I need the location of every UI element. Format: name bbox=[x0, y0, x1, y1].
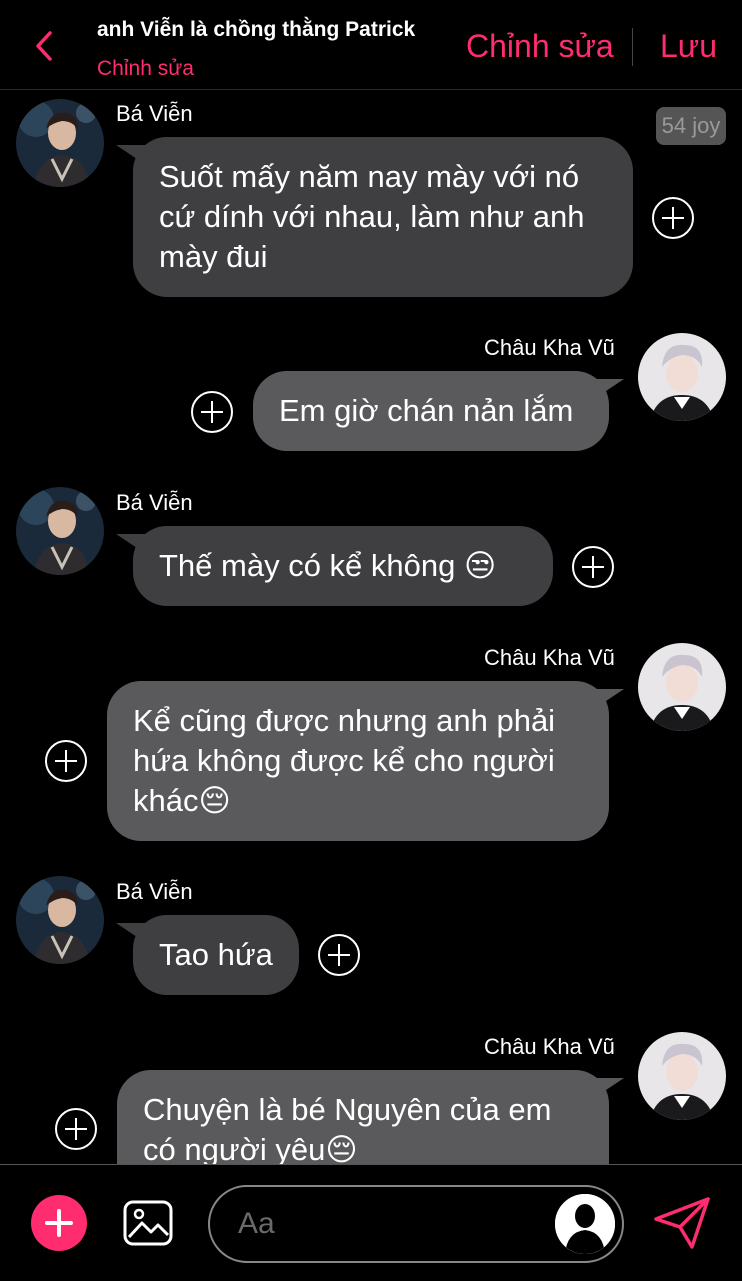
message-bubble[interactable]: Tao hứa bbox=[133, 915, 299, 995]
avatar-chau-kha-vu-image bbox=[638, 333, 726, 421]
avatar-chau-kha-vu-image bbox=[638, 643, 726, 731]
chat-subtitle-edit-link[interactable]: Chỉnh sửa bbox=[97, 57, 194, 81]
paper-plane-icon bbox=[654, 1197, 710, 1249]
message-bubble[interactable]: Em giờ chán nản lắm bbox=[253, 371, 609, 451]
avatar-ba-vien[interactable] bbox=[16, 876, 104, 964]
sender-name: Châu Kha Vũ bbox=[484, 335, 615, 360]
sender-name: Bá Viễn bbox=[116, 490, 193, 515]
sender-name: Châu Kha Vũ bbox=[484, 645, 615, 670]
character-select-button[interactable] bbox=[552, 1191, 618, 1257]
message-list[interactable]: Bá Viễn 54 joy Suốt mấy năm nay mày với … bbox=[0, 91, 742, 1164]
avatar-ba-vien-image bbox=[16, 876, 104, 964]
add-reaction-button[interactable] bbox=[55, 1108, 97, 1150]
avatar-ba-vien-image bbox=[16, 99, 104, 187]
sender-name: Châu Kha Vũ bbox=[484, 1034, 615, 1059]
avatar-chau-kha-vu[interactable] bbox=[638, 643, 726, 731]
chat-header: anh Viễn là chồng thằng Patrick Chỉnh sử… bbox=[0, 0, 742, 90]
composer-bar bbox=[0, 1164, 742, 1281]
person-silhouette-icon bbox=[555, 1194, 615, 1254]
avatar-chau-kha-vu-image bbox=[638, 1032, 726, 1120]
message-bubble[interactable]: Suốt mấy năm nay mày với nó cứ dính với … bbox=[133, 137, 633, 297]
back-button[interactable] bbox=[28, 26, 60, 66]
add-reaction-button[interactable] bbox=[652, 197, 694, 239]
add-reaction-button[interactable] bbox=[45, 740, 87, 782]
chevron-left-icon bbox=[36, 31, 52, 61]
message-bubble[interactable]: Chuyện là bé Nguyên của em có người yêu😔 bbox=[117, 1070, 609, 1164]
message-input[interactable] bbox=[238, 1187, 538, 1261]
message-bubble[interactable]: Thế mày có kể không 😒 bbox=[133, 526, 553, 606]
add-reaction-button[interactable] bbox=[191, 391, 233, 433]
header-divider bbox=[632, 28, 633, 66]
avatar-chau-kha-vu[interactable] bbox=[638, 1032, 726, 1120]
sender-name: Bá Viễn bbox=[116, 101, 193, 126]
message-bubble[interactable]: Kể cũng được nhưng anh phải hứa không đư… bbox=[107, 681, 609, 841]
add-reaction-button[interactable] bbox=[572, 546, 614, 588]
sender-name: Bá Viễn bbox=[116, 879, 193, 904]
add-reaction-button[interactable] bbox=[318, 934, 360, 976]
avatar-ba-vien[interactable] bbox=[16, 487, 104, 575]
avatar-ba-vien[interactable] bbox=[16, 99, 104, 187]
image-button[interactable] bbox=[122, 1199, 174, 1247]
message-input-wrapper bbox=[208, 1185, 624, 1263]
avatar-chau-kha-vu[interactable] bbox=[638, 333, 726, 421]
joy-badge: 54 joy bbox=[656, 107, 726, 145]
send-button[interactable] bbox=[652, 1195, 712, 1251]
save-button[interactable]: Lưu bbox=[660, 28, 717, 65]
edit-button[interactable]: Chỉnh sửa bbox=[466, 28, 614, 65]
image-icon bbox=[123, 1200, 173, 1246]
chat-title: anh Viễn là chồng thằng Patrick bbox=[97, 18, 416, 41]
avatar-ba-vien-image bbox=[16, 487, 104, 575]
add-button[interactable] bbox=[31, 1195, 87, 1251]
